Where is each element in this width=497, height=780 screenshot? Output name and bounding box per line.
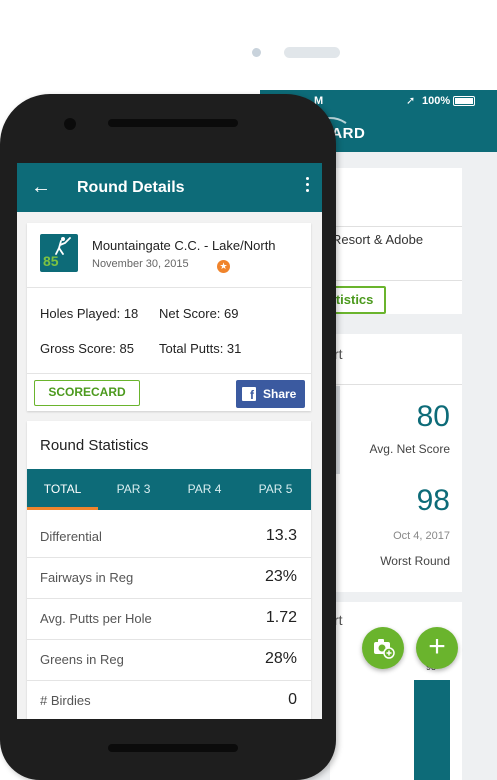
stat-row: # Birdies 0 <box>27 681 311 719</box>
stat-name: Fairways in Reg <box>40 570 134 585</box>
phone-screen: ← Round Details 85 Mountaingate C.C. - L… <box>17 163 322 719</box>
worst-round-date: Oct 4, 2017 <box>393 530 450 542</box>
divider <box>27 287 311 288</box>
stat-name: Differential <box>40 529 102 544</box>
badge-score: 85 <box>43 253 59 269</box>
facebook-icon: f <box>242 387 256 402</box>
back-arrow-icon[interactable]: ← <box>31 176 51 199</box>
stats-tabs: TOTAL PAR 3 PAR 4 PAR 5 <box>27 469 311 510</box>
stat-value: 0 <box>288 691 297 708</box>
stat-value: 13.3 <box>265 527 297 544</box>
overflow-menu-icon[interactable] <box>306 177 310 195</box>
carousel-dot[interactable] <box>252 48 261 57</box>
worst-round-value: 98 <box>416 484 450 517</box>
stats-title: Round Statistics <box>40 437 149 454</box>
tab-par-3[interactable]: PAR 3 <box>98 469 169 510</box>
app-bar: ← Round Details <box>17 163 322 212</box>
tab-total[interactable]: TOTAL <box>27 469 98 510</box>
course-score-badge: 85 <box>40 234 78 272</box>
tab-par-4[interactable]: PAR 4 <box>169 469 240 510</box>
stat-value: 23% <box>264 568 297 585</box>
stat-value: 28% <box>264 650 297 667</box>
stat-row: Greens in Reg 28% <box>27 640 311 681</box>
page-title: Round Details <box>77 179 185 196</box>
round-date: November 30, 2015 <box>92 258 189 270</box>
score-chart-card: rt 80 Avg. Net Score 98 Oct 4, 2017 Wors… <box>330 334 462 592</box>
avg-net-score-value: 80 <box>416 400 450 433</box>
course-name: Mountaingate C.C. - Lake/North <box>92 238 276 253</box>
chart-bar <box>336 386 340 474</box>
round-card: 85 Mountaingate C.C. - Lake/North Novemb… <box>27 223 311 411</box>
android-phone: ← Round Details 85 Mountaingate C.C. - L… <box>0 94 336 780</box>
chart-bar <box>414 680 450 780</box>
total-putts: Total Putts: 31 <box>159 341 242 356</box>
divider <box>330 384 462 385</box>
app-promo-stage: M ➚ 100% CARD Resort & Adobe View Statis… <box>0 0 497 780</box>
active-tab-indicator <box>27 507 98 510</box>
round-statistics-card: Round Statistics TOTAL PAR 3 PAR 4 PAR 5… <box>27 421 311 719</box>
worst-round-label: Worst Round <box>380 554 450 568</box>
divider <box>330 280 462 281</box>
holes-played: Holes Played: 18 <box>40 306 139 321</box>
stat-name: # Birdies <box>40 693 91 708</box>
stat-value: 1.72 <box>265 609 297 626</box>
add-photo-button[interactable] <box>362 627 404 669</box>
camera-add-icon <box>374 639 395 659</box>
divider <box>27 373 311 374</box>
star-icon: ★ <box>217 260 230 273</box>
course-name: Resort & Adobe <box>332 232 424 247</box>
battery-percent: 100% <box>422 95 451 107</box>
avg-net-score-label: Avg. Net Score <box>369 442 450 456</box>
stat-name: Greens in Reg <box>40 652 124 667</box>
scorecard-button[interactable]: SCORECARD <box>34 380 140 406</box>
phone-camera <box>64 118 76 130</box>
location-icon: ➚ <box>406 95 416 107</box>
share-label: Share <box>263 387 297 401</box>
stat-row: Fairways in Reg 23% <box>27 558 311 599</box>
stat-name: Avg. Putts per Hole <box>40 611 152 626</box>
add-round-button[interactable]: + <box>416 627 458 669</box>
stat-row: Differential 13.3 <box>27 517 311 558</box>
facebook-share-button[interactable]: f Share <box>236 380 305 408</box>
carousel-dot-active[interactable] <box>284 47 340 58</box>
stat-row: Avg. Putts per Hole 1.72 <box>27 599 311 640</box>
battery-icon <box>453 96 475 106</box>
net-score: Net Score: 69 <box>159 306 239 321</box>
tab-par-5[interactable]: PAR 5 <box>240 469 311 510</box>
phone-bottom-speaker <box>108 744 238 752</box>
gross-score: Gross Score: 85 <box>40 341 134 356</box>
divider <box>330 226 462 227</box>
phone-speaker <box>108 119 238 127</box>
